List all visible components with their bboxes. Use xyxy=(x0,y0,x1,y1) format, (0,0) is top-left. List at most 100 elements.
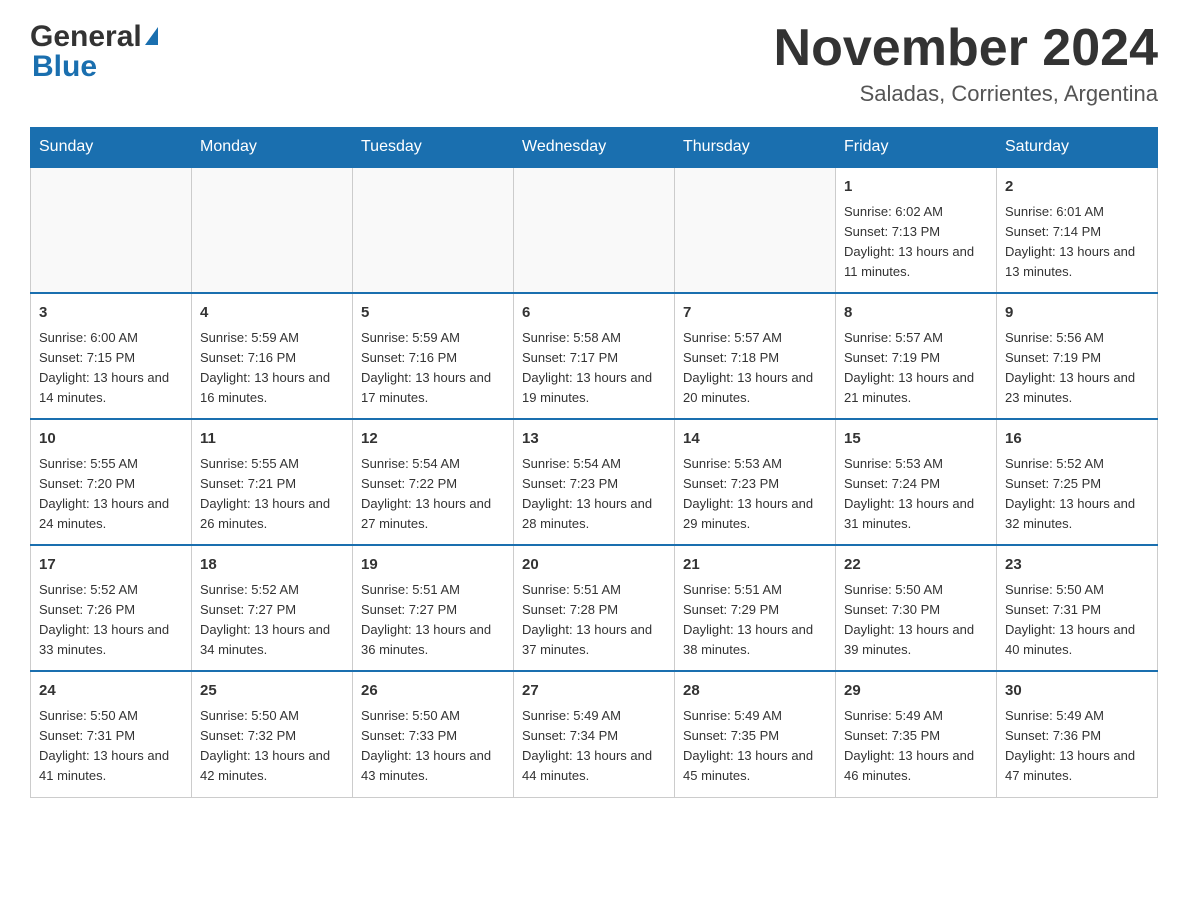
calendar-day-header: Wednesday xyxy=(514,128,675,168)
calendar-header-row: SundayMondayTuesdayWednesdayThursdayFrid… xyxy=(31,128,1158,168)
calendar-cell: 8Sunrise: 5:57 AM Sunset: 7:19 PM Daylig… xyxy=(836,293,997,419)
day-info: Sunrise: 5:54 AM Sunset: 7:23 PM Dayligh… xyxy=(522,454,666,535)
calendar-cell: 22Sunrise: 5:50 AM Sunset: 7:30 PM Dayli… xyxy=(836,545,997,671)
calendar-cell: 13 Sunrise: 5:54 AM Sunset: 7:23 PM Dayli… xyxy=(514,419,675,545)
day-number: 17 xyxy=(39,554,183,577)
day-info: Sunrise: 5:49 AM Sunset: 7:35 PM Dayligh… xyxy=(683,706,827,787)
day-info: Sunrise: 5:52 AM Sunset: 7:25 PM Dayligh… xyxy=(1005,454,1149,535)
calendar-cell: 28 Sunrise: 5:49 AM Sunset: 7:35 PM Dayli… xyxy=(675,671,836,797)
day-info: Sunrise: 5:55 AM Sunset: 7:20 PM Dayligh… xyxy=(39,454,183,535)
calendar-day-header: Thursday xyxy=(675,128,836,168)
day-info: Sunrise: 5:54 AM Sunset: 7:22 PM Dayligh… xyxy=(361,454,505,535)
calendar-cell: 23 Sunrise: 5:50 AM Sunset: 7:31 PM Dayli… xyxy=(997,545,1158,671)
day-info: Sunrise: 6:00 AM Sunset: 7:15 PM Dayligh… xyxy=(39,328,183,409)
day-number: 26 xyxy=(361,680,505,703)
day-info: Sunrise: 5:53 AM Sunset: 7:23 PM Dayligh… xyxy=(683,454,827,535)
location-title: Saladas, Corrientes, Argentina xyxy=(774,81,1158,107)
title-section: November 2024 Saladas, Corrientes, Argen… xyxy=(774,20,1158,107)
calendar-cell: 5 Sunrise: 5:59 AM Sunset: 7:16 PM Daylig… xyxy=(353,293,514,419)
week-row: 24Sunrise: 5:50 AM Sunset: 7:31 PM Dayli… xyxy=(31,671,1158,797)
day-number: 7 xyxy=(683,302,827,325)
day-info: Sunrise: 5:51 AM Sunset: 7:29 PM Dayligh… xyxy=(683,580,827,661)
page-header: General Blue November 2024 Saladas, Corr… xyxy=(30,20,1158,107)
day-info: Sunrise: 5:49 AM Sunset: 7:36 PM Dayligh… xyxy=(1005,706,1149,787)
day-number: 24 xyxy=(39,680,183,703)
logo: General Blue xyxy=(30,20,158,84)
day-number: 5 xyxy=(361,302,505,325)
day-info: Sunrise: 5:49 AM Sunset: 7:34 PM Dayligh… xyxy=(522,706,666,787)
calendar-cell: 11 Sunrise: 5:55 AM Sunset: 7:21 PM Dayli… xyxy=(192,419,353,545)
day-number: 20 xyxy=(522,554,666,577)
day-number: 2 xyxy=(1005,176,1149,199)
day-number: 18 xyxy=(200,554,344,577)
calendar-cell: 24Sunrise: 5:50 AM Sunset: 7:31 PM Dayli… xyxy=(31,671,192,797)
day-info: Sunrise: 5:50 AM Sunset: 7:32 PM Dayligh… xyxy=(200,706,344,787)
day-number: 4 xyxy=(200,302,344,325)
week-row: 3 Sunrise: 6:00 AM Sunset: 7:15 PM Daylig… xyxy=(31,293,1158,419)
day-number: 27 xyxy=(522,680,666,703)
day-number: 10 xyxy=(39,428,183,451)
calendar-cell: 18 Sunrise: 5:52 AM Sunset: 7:27 PM Dayli… xyxy=(192,545,353,671)
day-number: 23 xyxy=(1005,554,1149,577)
day-number: 29 xyxy=(844,680,988,703)
calendar-cell: 15 Sunrise: 5:53 AM Sunset: 7:24 PM Dayli… xyxy=(836,419,997,545)
day-number: 14 xyxy=(683,428,827,451)
day-info: Sunrise: 5:50 AM Sunset: 7:31 PM Dayligh… xyxy=(1005,580,1149,661)
calendar-cell: 25 Sunrise: 5:50 AM Sunset: 7:32 PM Dayli… xyxy=(192,671,353,797)
calendar-cell: 14 Sunrise: 5:53 AM Sunset: 7:23 PM Dayli… xyxy=(675,419,836,545)
day-info: Sunrise: 5:59 AM Sunset: 7:16 PM Dayligh… xyxy=(361,328,505,409)
calendar-cell: 19 Sunrise: 5:51 AM Sunset: 7:27 PM Dayli… xyxy=(353,545,514,671)
calendar-day-header: Friday xyxy=(836,128,997,168)
day-info: Sunrise: 5:51 AM Sunset: 7:27 PM Dayligh… xyxy=(361,580,505,661)
calendar-cell: 30 Sunrise: 5:49 AM Sunset: 7:36 PM Dayli… xyxy=(997,671,1158,797)
day-info: Sunrise: 5:59 AM Sunset: 7:16 PM Dayligh… xyxy=(200,328,344,409)
day-info: Sunrise: 5:53 AM Sunset: 7:24 PM Dayligh… xyxy=(844,454,988,535)
calendar-cell: 20 Sunrise: 5:51 AM Sunset: 7:28 PM Dayli… xyxy=(514,545,675,671)
day-number: 1 xyxy=(844,176,988,199)
calendar-cell xyxy=(675,167,836,293)
day-number: 15 xyxy=(844,428,988,451)
calendar-cell xyxy=(192,167,353,293)
calendar-cell xyxy=(31,167,192,293)
calendar-cell: 9Sunrise: 5:56 AM Sunset: 7:19 PM Daylig… xyxy=(997,293,1158,419)
day-number: 30 xyxy=(1005,680,1149,703)
calendar-day-header: Monday xyxy=(192,128,353,168)
calendar-table: SundayMondayTuesdayWednesdayThursdayFrid… xyxy=(30,127,1158,797)
day-number: 11 xyxy=(200,428,344,451)
day-info: Sunrise: 5:58 AM Sunset: 7:17 PM Dayligh… xyxy=(522,328,666,409)
day-info: Sunrise: 5:57 AM Sunset: 7:19 PM Dayligh… xyxy=(844,328,988,409)
day-number: 16 xyxy=(1005,428,1149,451)
month-title: November 2024 xyxy=(774,20,1158,77)
day-number: 28 xyxy=(683,680,827,703)
day-number: 13 xyxy=(522,428,666,451)
calendar-cell: 3 Sunrise: 6:00 AM Sunset: 7:15 PM Daylig… xyxy=(31,293,192,419)
week-row: 1 Sunrise: 6:02 AM Sunset: 7:13 PM Daylig… xyxy=(31,167,1158,293)
day-info: Sunrise: 5:51 AM Sunset: 7:28 PM Dayligh… xyxy=(522,580,666,661)
calendar-cell: 17 Sunrise: 5:52 AM Sunset: 7:26 PM Dayli… xyxy=(31,545,192,671)
day-info: Sunrise: 5:52 AM Sunset: 7:27 PM Dayligh… xyxy=(200,580,344,661)
calendar-cell: 27 Sunrise: 5:49 AM Sunset: 7:34 PM Dayli… xyxy=(514,671,675,797)
calendar-cell: 16 Sunrise: 5:52 AM Sunset: 7:25 PM Dayli… xyxy=(997,419,1158,545)
calendar-day-header: Sunday xyxy=(31,128,192,168)
calendar-cell xyxy=(514,167,675,293)
day-info: Sunrise: 5:50 AM Sunset: 7:30 PM Dayligh… xyxy=(844,580,988,661)
day-number: 3 xyxy=(39,302,183,325)
calendar-cell: 21 Sunrise: 5:51 AM Sunset: 7:29 PM Dayli… xyxy=(675,545,836,671)
day-number: 21 xyxy=(683,554,827,577)
day-info: Sunrise: 5:52 AM Sunset: 7:26 PM Dayligh… xyxy=(39,580,183,661)
day-info: Sunrise: 6:01 AM Sunset: 7:14 PM Dayligh… xyxy=(1005,202,1149,283)
calendar-cell: 7Sunrise: 5:57 AM Sunset: 7:18 PM Daylig… xyxy=(675,293,836,419)
day-number: 19 xyxy=(361,554,505,577)
day-info: Sunrise: 6:02 AM Sunset: 7:13 PM Dayligh… xyxy=(844,202,988,283)
calendar-cell: 12 Sunrise: 5:54 AM Sunset: 7:22 PM Dayli… xyxy=(353,419,514,545)
day-number: 12 xyxy=(361,428,505,451)
calendar-day-header: Tuesday xyxy=(353,128,514,168)
logo-general-text: General xyxy=(30,20,142,54)
day-info: Sunrise: 5:55 AM Sunset: 7:21 PM Dayligh… xyxy=(200,454,344,535)
calendar-day-header: Saturday xyxy=(997,128,1158,168)
day-number: 9 xyxy=(1005,302,1149,325)
day-info: Sunrise: 5:49 AM Sunset: 7:35 PM Dayligh… xyxy=(844,706,988,787)
calendar-cell: 10 Sunrise: 5:55 AM Sunset: 7:20 PM Dayli… xyxy=(31,419,192,545)
day-number: 25 xyxy=(200,680,344,703)
day-number: 6 xyxy=(522,302,666,325)
